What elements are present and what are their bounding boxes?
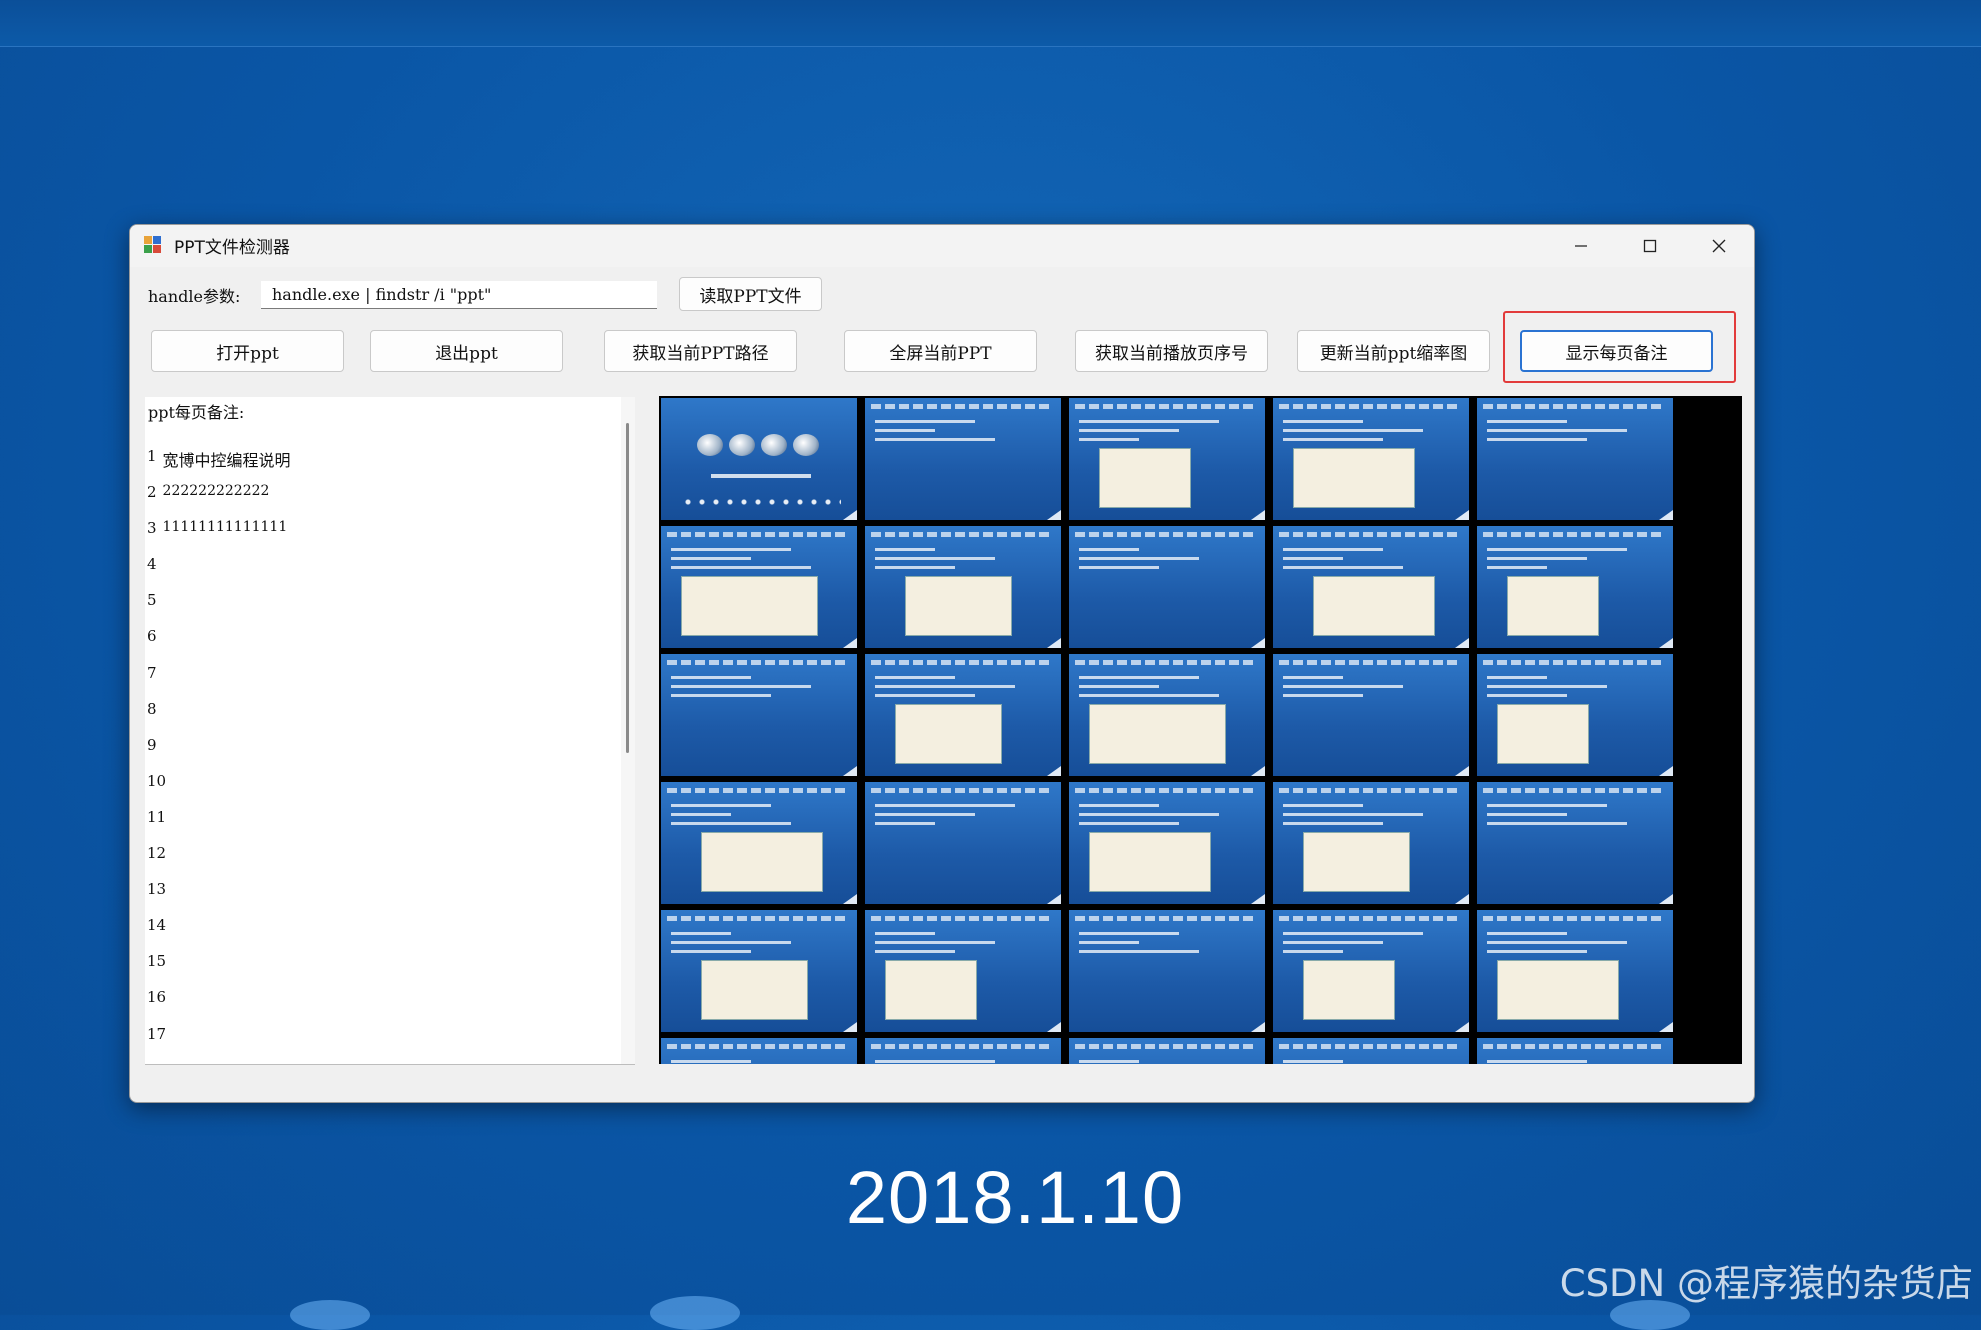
slide-thumbnail[interactable] [865,910,1061,1032]
decorative-bubble [290,1300,370,1330]
note-row: 14 [147,916,291,952]
note-number: 14 [147,916,167,935]
slide-thumbnail[interactable] [1273,1038,1469,1064]
slide-thumbnail[interactable] [865,654,1061,776]
note-row: 2 222222222222 [147,483,291,519]
slide-thumbnail[interactable] [865,398,1061,520]
note-number: 17 [147,1024,167,1043]
notes-scrollbar[interactable] [621,397,635,1064]
note-number: 8 [147,699,157,718]
notes-scroll-thumb[interactable] [626,423,629,753]
slide-thumbnail[interactable] [1477,1038,1673,1064]
notes-header: ppt每页备注: [148,403,245,422]
slide-thumbnail[interactable] [661,654,857,776]
fullscreen-ppt-button[interactable]: 全屏当前PPT [844,330,1037,372]
note-row: 11 [147,808,291,844]
slide-thumbnail[interactable] [1477,782,1673,904]
slide-thumbnail[interactable] [1477,654,1673,776]
slide-thumbnail[interactable] [661,782,857,904]
note-row: 17 [147,1025,291,1061]
title-bar[interactable]: PPT文件检测器 [130,225,1754,267]
note-row: 10 [147,772,291,808]
get-ppt-path-button[interactable]: 获取当前PPT路径 [604,330,797,372]
slide-thumbnail[interactable] [865,782,1061,904]
slide-thumbnail[interactable] [1069,1038,1265,1064]
open-ppt-button[interactable]: 打开ppt [151,330,344,372]
note-number: 6 [147,627,157,646]
desktop-top-band [0,0,1981,47]
note-row: 4 [147,555,291,591]
watermark: CSDN @程序猿的杂货店 [1559,1262,1973,1305]
note-number: 4 [147,555,157,574]
note-row: 6 [147,627,291,663]
maximize-button[interactable] [1617,225,1683,267]
slide-thumbnail[interactable] [1273,526,1469,648]
slide-thumbnail[interactable] [1477,398,1673,520]
slide-thumbnail[interactable] [661,1038,857,1064]
close-button[interactable] [1686,225,1752,267]
note-text: 222222222222 [162,483,270,500]
close-icon [1712,239,1726,253]
note-row: 5 [147,591,291,627]
note-row: 9 [147,736,291,772]
slide-thumbnail[interactable] [661,398,857,520]
minimize-button[interactable] [1548,225,1614,267]
note-row: 1 宽博中控编程说明 [147,447,291,483]
slide-thumbnail[interactable] [1069,398,1265,520]
app-icon [144,236,161,253]
read-ppt-button[interactable]: 读取PPT文件 [679,277,822,311]
note-row: 8 [147,700,291,736]
slide-thumbnail[interactable] [1069,782,1265,904]
maximize-icon [1643,239,1657,253]
slide-thumbnail[interactable] [661,910,857,1032]
slide-thumbnail[interactable] [1273,654,1469,776]
note-number: 10 [147,771,167,790]
note-number: 13 [147,880,167,899]
note-row: 15 [147,952,291,988]
note-number: 3 [147,519,157,538]
app-window: PPT文件检测器 handle参数: 读取PPT文件 打开ppt 退出ppt 获… [129,224,1755,1103]
handle-label: handle参数: [148,287,241,306]
note-number: 16 [147,988,167,1007]
slide-date: 2018.1.10 [845,1156,1185,1239]
note-row: 3 11111111111111 [147,519,291,555]
minimize-icon [1575,245,1587,247]
note-number: 7 [147,663,157,682]
note-row: 7 [147,664,291,700]
get-slide-index-button[interactable]: 获取当前播放页序号 [1075,330,1268,372]
note-number: 9 [147,735,157,754]
slide-thumbnail[interactable] [1477,910,1673,1032]
window-title: PPT文件检测器 [174,238,290,258]
note-row: 13 [147,880,291,916]
slide-thumbnail[interactable] [1273,782,1469,904]
note-text: 11111111111111 [162,519,288,536]
slide-thumbnail[interactable] [661,526,857,648]
note-number: 1 [147,447,157,465]
slide-thumbnail[interactable] [865,1038,1061,1064]
note-row: 12 [147,844,291,880]
note-number: 11 [147,807,167,826]
decorative-bubble [650,1296,740,1330]
slide-thumbnail[interactable] [1069,526,1265,648]
handle-input[interactable] [261,281,657,309]
show-notes-button[interactable]: 显示每页备注 [1520,330,1713,372]
slide-thumbnail[interactable] [1069,654,1265,776]
slide-thumbnail[interactable] [1273,398,1469,520]
update-thumbnails-button[interactable]: 更新当前ppt缩率图 [1297,330,1490,372]
slide-thumbnail[interactable] [1273,910,1469,1032]
note-row: 16 [147,988,291,1024]
thumbnail-panel[interactable] [659,396,1742,1064]
slide-thumbnail[interactable] [865,526,1061,648]
note-number: 12 [147,844,167,863]
note-number: 15 [147,952,167,971]
note-number: 5 [147,591,157,610]
slide-thumbnail[interactable] [1477,526,1673,648]
notes-list: 1 宽博中控编程说明 2 222222222222 3 11111111111111 4 5 6… [147,447,291,1061]
note-number: 2 [147,483,157,502]
note-text: 宽博中控编程说明 [162,451,291,470]
exit-ppt-button[interactable]: 退出ppt [370,330,563,372]
slide-thumbnail[interactable] [1069,910,1265,1032]
notes-textbox[interactable]: ppt每页备注: 1 宽博中控编程说明 2 222222222222 3 11111111… [145,397,635,1065]
